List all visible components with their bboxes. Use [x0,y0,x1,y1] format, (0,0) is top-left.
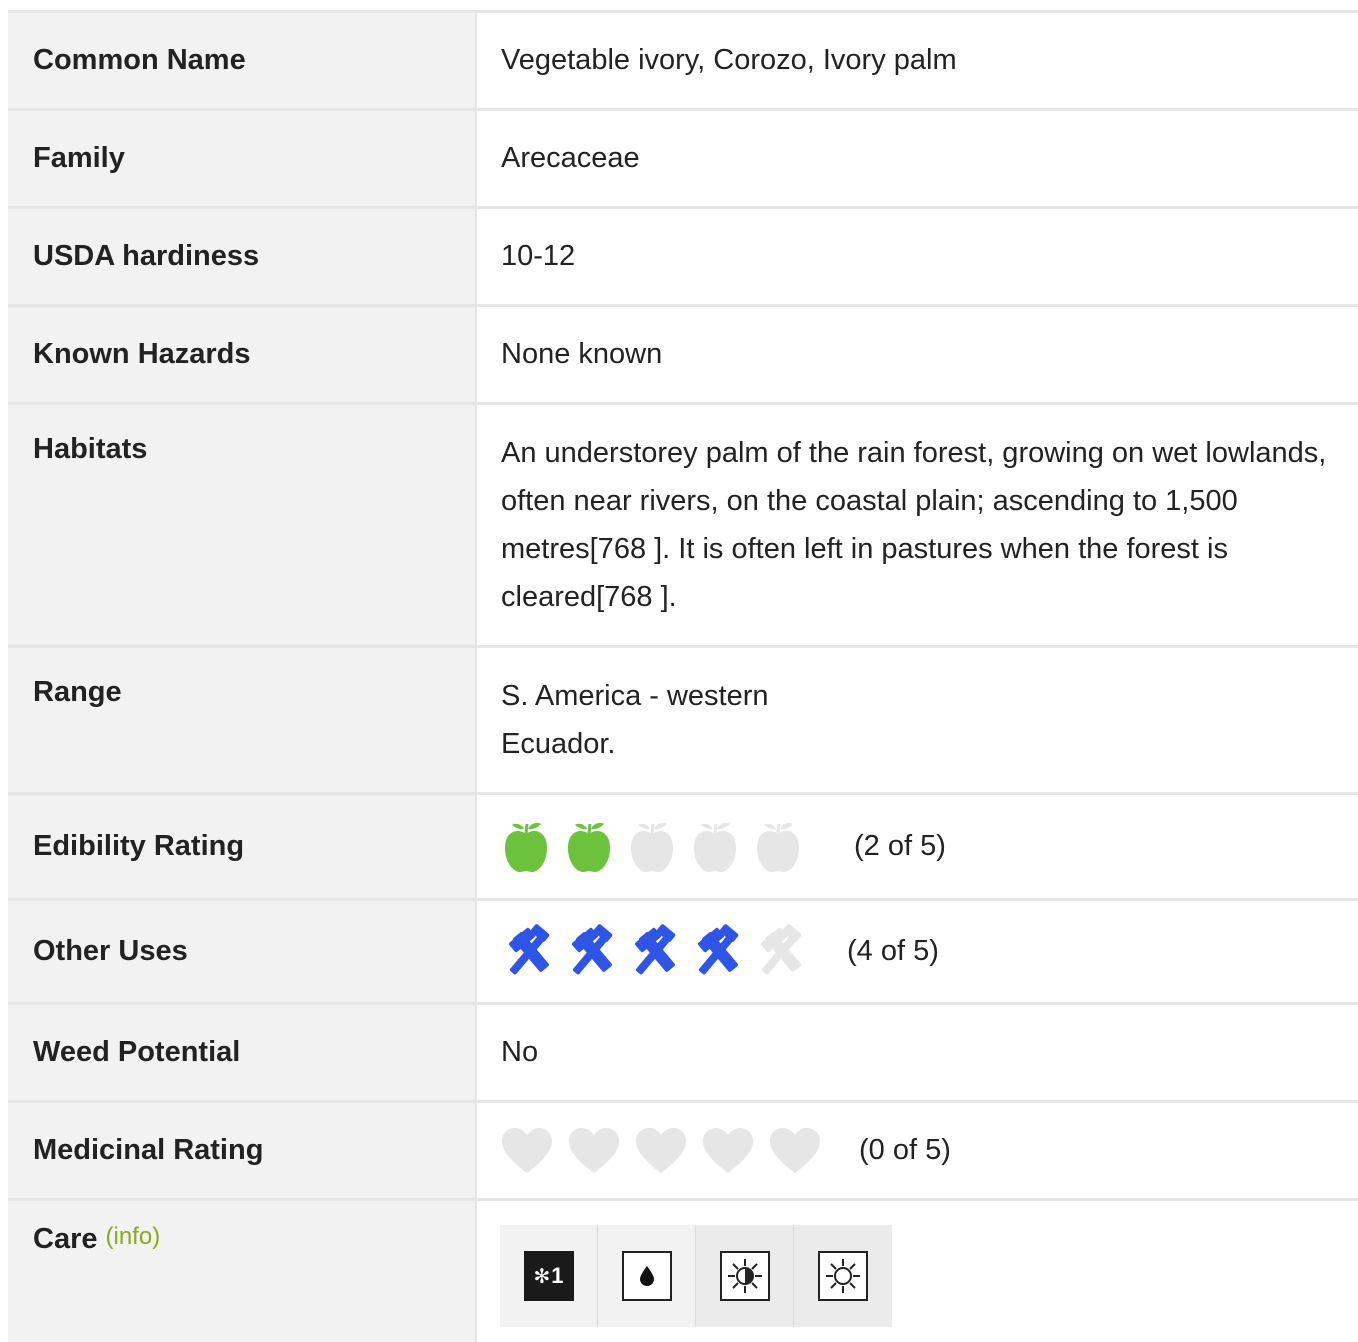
row-family: Family Arecaceae [8,111,1358,209]
value-care: ✻ 1 [477,1201,1358,1342]
edibility-rating-text: (2 of 5) [854,830,946,862]
label-habitats: Habitats [8,405,477,645]
other-uses-rating: (4 of 5) [501,923,939,980]
value-habitats: An understorey palm of the rain forest, … [477,405,1358,645]
plant-info-table: Common Name Vegetable ivory, Corozo, Ivo… [8,10,1358,1342]
row-care: Care (info) ✻ 1 [8,1201,1358,1342]
label-known-hazards: Known Hazards [8,307,477,402]
apple-icon [568,822,610,872]
value-weed-potential: No [477,1005,1358,1100]
apple-icon [631,822,673,872]
value-usda-hardiness: 10-12 [477,209,1358,304]
care-info-link[interactable]: (info) [106,1223,161,1251]
frost-hardiness-icon: ✻ 1 [523,1251,574,1301]
full-sun-icon [818,1251,868,1301]
medicinal-icons [501,1127,836,1175]
row-other-uses: Other Uses (4 of 5) [8,901,1358,1005]
value-family: Arecaceae [477,111,1358,206]
label-common-name: Common Name [8,13,477,108]
value-common-name: Vegetable ivory, Corozo, Ivory palm [477,13,1358,108]
edibility-rating: (2 of 5) [501,820,946,874]
moist-soil-icon [621,1251,672,1301]
label-edibility-rating: Edibility Rating [8,795,477,898]
tools-icon [509,923,550,974]
value-edibility-rating: (2 of 5) [477,795,1358,898]
care-cell-moisture [598,1225,696,1327]
label-weed-potential: Weed Potential [8,1005,477,1100]
apple-icon [505,822,547,872]
row-usda-hardiness: USDA hardiness 10-12 [8,209,1358,307]
care-icons-box: ✻ 1 [500,1225,892,1327]
value-range-cell: S. America - western Ecuador. [477,648,1358,792]
label-care: Care (info) [8,1201,477,1342]
heart-icon [502,1127,552,1173]
heart-icon [703,1127,753,1173]
semi-shade-icon [719,1251,770,1301]
care-label-text: Care [33,1223,98,1255]
care-cell-full-sun [794,1225,892,1327]
value-medicinal-rating: (0 of 5) [477,1103,1358,1198]
row-common-name: Common Name Vegetable ivory, Corozo, Ivo… [8,13,1358,111]
row-habitats: Habitats An understorey palm of the rain… [8,405,1358,648]
medicinal-rating: (0 of 5) [501,1127,951,1175]
heart-icon [770,1127,820,1173]
value-known-hazards: None known [477,307,1358,402]
label-other-uses: Other Uses [8,901,477,1002]
care-cell-frost: ✻ 1 [500,1225,598,1327]
tools-icon [698,923,739,974]
row-edibility-rating: Edibility Rating (2 of 5) [8,795,1358,901]
medicinal-rating-text: (0 of 5) [859,1134,951,1166]
other-uses-rating-text: (4 of 5) [847,935,939,967]
row-known-hazards: Known Hazards None known [8,307,1358,405]
row-range: Range S. America - western Ecuador. [8,648,1358,795]
tools-icon [635,923,676,974]
care-cell-semi-shade [696,1225,794,1327]
heart-icon [569,1127,619,1173]
label-family: Family [8,111,477,206]
frost-hardiness-level: 1 [551,1263,564,1288]
tools-icon [761,923,802,974]
label-usda-hardiness: USDA hardiness [8,209,477,304]
edibility-icons [501,820,816,874]
heart-icon [636,1127,686,1173]
value-other-uses: (4 of 5) [477,901,1358,1002]
row-weed-potential: Weed Potential No [8,1005,1358,1103]
value-range: S. America - western Ecuador. [501,680,769,760]
tools-icon [572,923,613,974]
apple-icon [757,822,799,872]
row-medicinal-rating: Medicinal Rating (0 of 5) [8,1103,1358,1201]
apple-icon [694,822,736,872]
other-uses-icons [501,923,816,980]
label-range: Range [8,648,477,792]
label-medicinal-rating: Medicinal Rating [8,1103,477,1198]
